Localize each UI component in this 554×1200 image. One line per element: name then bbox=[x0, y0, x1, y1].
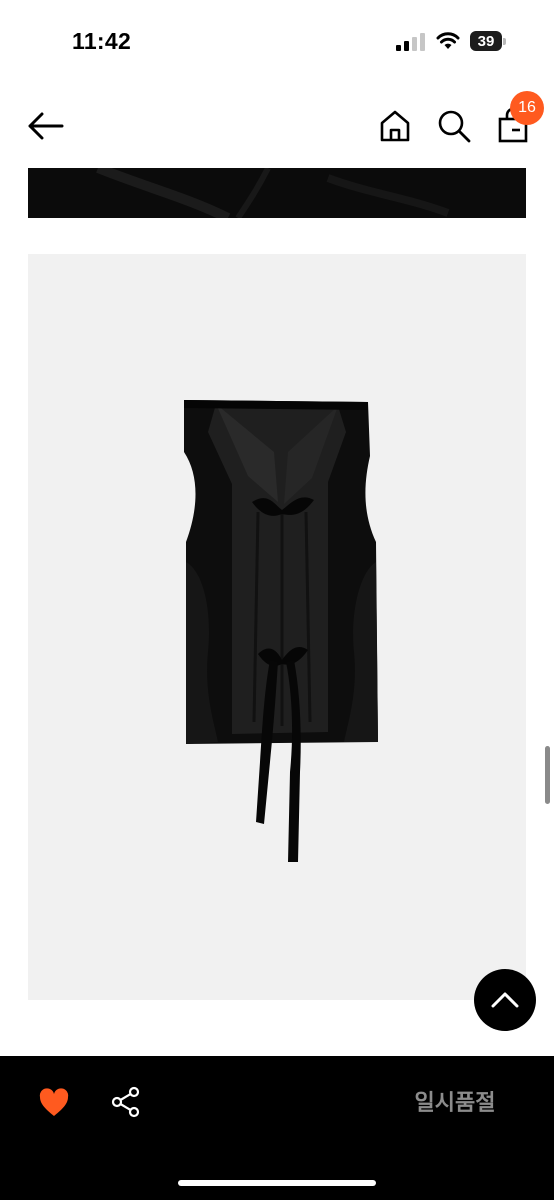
home-icon[interactable] bbox=[378, 108, 412, 144]
status-time: 11:42 bbox=[72, 28, 132, 54]
previous-product-image bbox=[28, 168, 526, 218]
scroll-to-top-button[interactable] bbox=[474, 969, 536, 1031]
share-icon[interactable] bbox=[110, 1086, 142, 1118]
cart-count-badge[interactable]: 16 bbox=[510, 91, 544, 125]
heart-icon[interactable] bbox=[38, 1088, 70, 1118]
product-image[interactable] bbox=[28, 254, 526, 1000]
home-indicator[interactable] bbox=[178, 1180, 376, 1186]
previous-image-texture bbox=[28, 168, 526, 218]
search-icon[interactable] bbox=[436, 108, 472, 144]
page-scrollbar[interactable] bbox=[545, 746, 550, 804]
garment-photo bbox=[184, 400, 378, 862]
signal-icon bbox=[396, 33, 425, 51]
top-navigation bbox=[0, 84, 554, 168]
battery-level: 39 bbox=[470, 31, 502, 51]
wifi-icon bbox=[436, 32, 460, 49]
bottom-action-bar: 일시품절 bbox=[0, 1056, 554, 1200]
back-arrow-icon[interactable] bbox=[26, 108, 66, 144]
battery-tip bbox=[503, 38, 506, 45]
chevron-up-icon bbox=[491, 992, 519, 1008]
status-bar: 11:42 39 bbox=[0, 0, 554, 84]
sold-out-status: 일시품절 bbox=[414, 1090, 496, 1115]
battery-icon: 39 bbox=[470, 31, 506, 51]
